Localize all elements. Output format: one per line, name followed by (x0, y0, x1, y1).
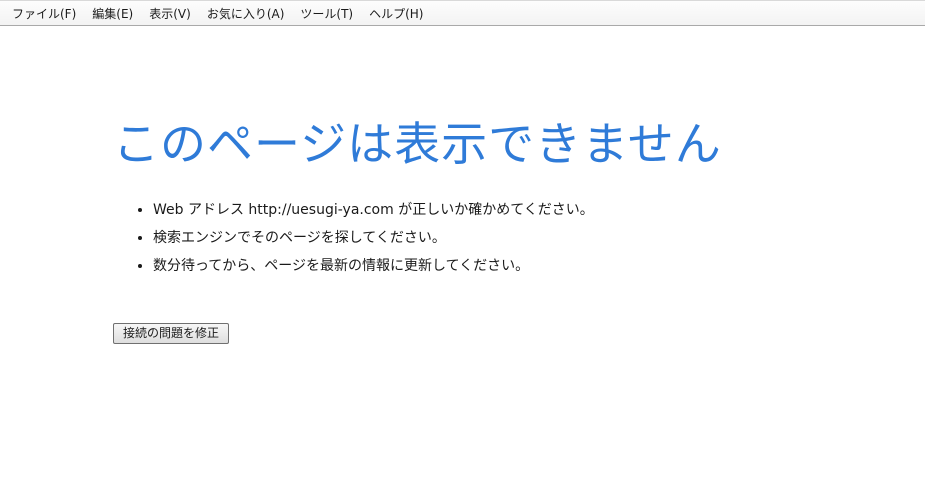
menu-file[interactable]: ファイル(F) (6, 3, 82, 24)
tip-refresh: 数分待ってから、ページを最新の情報に更新してください。 (153, 256, 893, 276)
menu-favorites[interactable]: お気に入り(A) (201, 3, 291, 24)
menu-tools[interactable]: ツール(T) (294, 3, 359, 24)
menu-bar: ファイル(F) 編集(E) 表示(V) お気に入り(A) ツール(T) ヘルプ(… (0, 0, 925, 26)
tip-check-address: Web アドレス http://uesugi-ya.com が正しいか確かめてく… (153, 200, 893, 220)
page-title: このページは表示できません (113, 117, 722, 171)
fix-connection-button[interactable]: 接続の問題を修正 (113, 323, 230, 344)
menu-edit[interactable]: 編集(E) (86, 3, 139, 24)
menu-help[interactable]: ヘルプ(H) (363, 3, 429, 24)
menu-view[interactable]: 表示(V) (143, 3, 197, 24)
error-content: このページは表示できません Web アドレス http://uesugi-ya.… (113, 112, 893, 284)
tips-list: Web アドレス http://uesugi-ya.com が正しいか確かめてく… (113, 200, 893, 276)
tip-search-engine: 検索エンジンでそのページを探してください。 (153, 228, 893, 248)
